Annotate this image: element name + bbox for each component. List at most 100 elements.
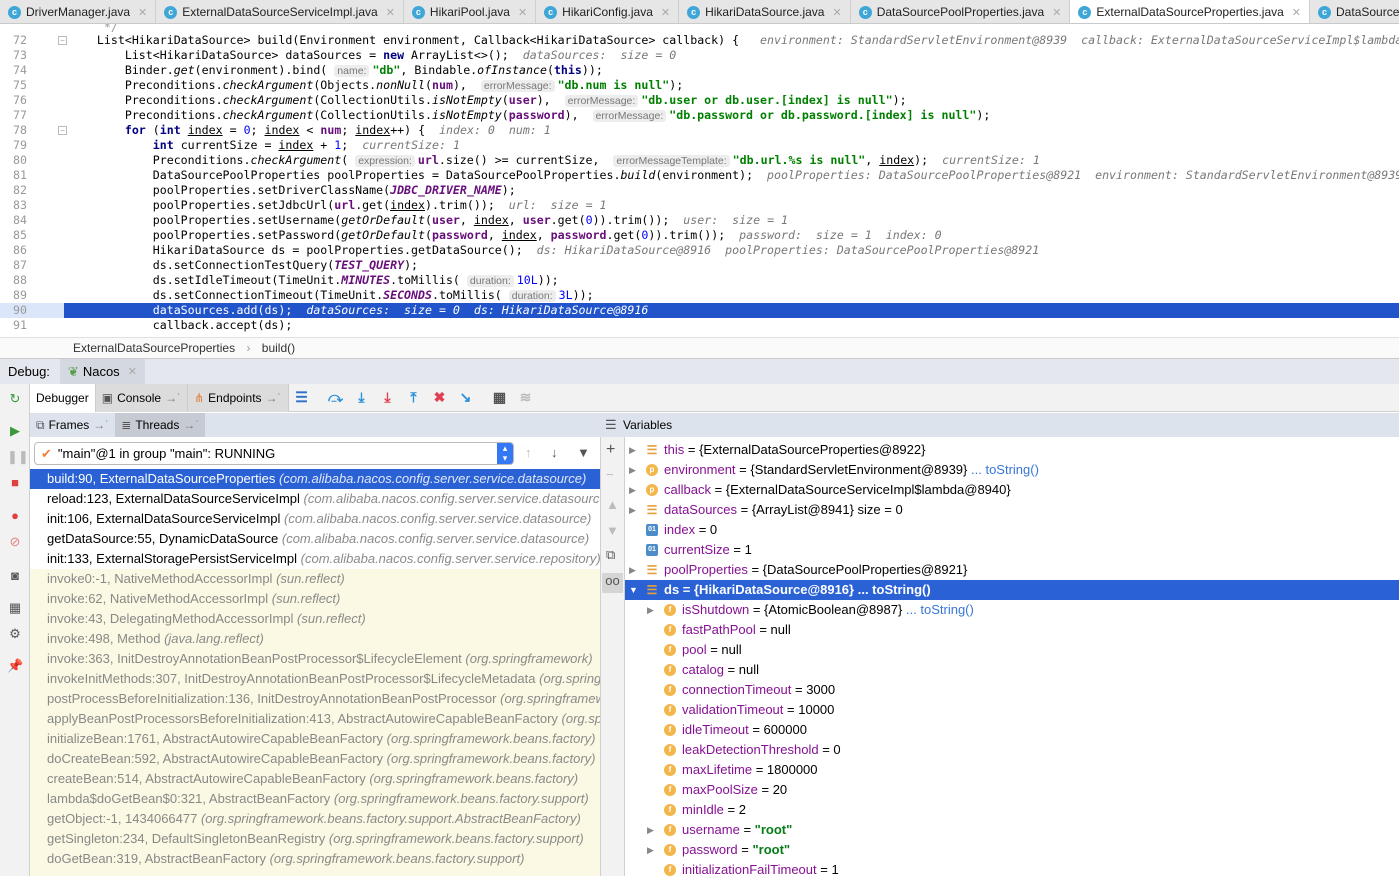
stack-frame[interactable]: reload:123, ExternalDataSourceServiceImp… [30, 489, 600, 509]
variable-row[interactable]: f pool = null [625, 640, 1399, 660]
expand-right-icon[interactable]: ▶ [629, 460, 639, 480]
stack-frame[interactable]: getSingleton:234, DefaultSingletonBeanRe… [30, 829, 600, 849]
expand-right-icon[interactable]: ▶ [629, 440, 639, 460]
stack-frame[interactable]: init:106, ExternalDataSourceServiceImpl … [30, 509, 600, 529]
variable-row[interactable]: ▶ f isShutdown = {AtomicBoolean@8987} ... … [625, 600, 1399, 620]
close-tab-icon[interactable]: ✕ [1292, 6, 1301, 19]
copy-icon[interactable]: ⧉ [606, 547, 615, 563]
camera-icon[interactable]: ◙ [7, 568, 23, 584]
stack-frame[interactable]: invoke:498, Method (java.lang.reflect) [30, 629, 600, 649]
step-out-icon[interactable]: ⤒ [401, 389, 427, 406]
layout-icon[interactable]: ▦ [7, 600, 23, 616]
variable-row[interactable]: f leakDetectionThreshold = 0 [625, 740, 1399, 760]
step-into-icon[interactable]: ⤓ [349, 389, 375, 406]
stack-frame[interactable]: invoke:363, InitDestroyAnnotationBeanPos… [30, 649, 600, 669]
step-over-icon[interactable]: ⤼ [323, 389, 349, 406]
expand-right-icon[interactable]: ▶ [629, 560, 639, 580]
stack-frame[interactable]: invoke:62, NativeMethodAccessorImpl (sun… [30, 589, 600, 609]
force-step-into-icon[interactable]: ⤓ [375, 389, 401, 406]
variable-row[interactable]: ▶ ☰ this = {ExternalDataSourceProperties@8… [625, 440, 1399, 460]
code-editor[interactable]: */ 72 List<HikariDataSource> build(Envir… [0, 24, 1399, 337]
show-execution-point-icon[interactable]: ☰ [289, 389, 315, 406]
variable-row[interactable]: ▶ f username = "root" [625, 820, 1399, 840]
expand-right-icon[interactable]: ▶ [629, 480, 639, 500]
new-watch-icon[interactable]: + [606, 441, 615, 459]
variable-row[interactable]: f minIdle = 2 [625, 800, 1399, 820]
variable-row[interactable]: ▼ ☰ ds = {HikariDataSource@8916} ... toStr… [625, 580, 1399, 600]
breadcrumb-class[interactable]: ExternalDataSourceProperties [73, 341, 235, 355]
resume-icon[interactable]: ▶ [7, 423, 23, 439]
variables-tree[interactable]: ▶ ☰ this = {ExternalDataSourceProperties@8… [625, 440, 1399, 876]
evaluate-expression-icon[interactable]: ▦ [487, 389, 513, 406]
pause-icon[interactable]: ❚❚ [7, 449, 29, 465]
close-tab-icon[interactable]: ✕ [386, 6, 395, 19]
expand-right-icon[interactable]: ▶ [629, 500, 639, 520]
fold-icon[interactable]: − [58, 36, 67, 45]
to-string-link[interactable]: ... toString() [906, 602, 974, 617]
debug-session-tab[interactable]: ❦ Nacos ✕ [59, 358, 145, 385]
editor-tab[interactable]: cDataSourceUtils.class✕ [1310, 0, 1399, 23]
stop-icon[interactable]: ■ [7, 475, 23, 491]
close-tab-icon[interactable]: ✕ [832, 6, 841, 19]
stack-frame[interactable]: initializeBean:1761, AbstractAutowireCap… [30, 729, 600, 749]
variable-row[interactable]: f fastPathPool = null [625, 620, 1399, 640]
editor-tab[interactable]: c ExternalDataSourceProperties.java ✕ [1070, 0, 1311, 23]
close-tab-icon[interactable]: ✕ [1052, 6, 1061, 19]
variable-row[interactable]: f catalog = null [625, 660, 1399, 680]
variable-row[interactable]: ▶ p environment = {StandardServletEnvironm… [625, 460, 1399, 480]
close-tab-icon[interactable]: ✕ [138, 6, 147, 19]
stack-frame[interactable]: getObject:-1, 1434066477 (org.springfram… [30, 809, 600, 829]
stack-frame[interactable]: invokeInitMethods:307, InitDestroyAnnota… [30, 669, 600, 689]
variable-row[interactable]: ▶ ☰ dataSources = {ArrayList@8941} size = … [625, 500, 1399, 520]
variable-row[interactable]: 01 currentSize = 1 [625, 540, 1399, 560]
tab-threads[interactable]: ≣ Threads →˙ [115, 413, 206, 437]
variable-row[interactable]: f maxPoolSize = 20 [625, 780, 1399, 800]
stack-frame[interactable]: build:90, ExternalDataSourceProperties (… [30, 469, 600, 489]
tab-frames[interactable]: ⧉ Frames →˙ [30, 413, 115, 437]
expand-right-icon[interactable]: ▶ [647, 820, 657, 840]
variable-row[interactable]: f connectionTimeout = 3000 [625, 680, 1399, 700]
thread-selector[interactable]: ✔ "main"@1 in group "main": RUNNING ▴ ▾ [34, 442, 514, 465]
frames-list[interactable]: build:90, ExternalDataSourceProperties (… [30, 469, 600, 876]
stack-frame[interactable]: invoke0:-1, NativeMethodAccessorImpl (su… [30, 569, 600, 589]
variable-row[interactable]: ▶ p callback = {ExternalDataSourceServiceI… [625, 480, 1399, 500]
editor-tab[interactable]: c ExternalDataSourceServiceImpl.java ✕ [156, 0, 404, 23]
tab-debugger[interactable]: Debugger [30, 383, 96, 412]
stack-frame[interactable]: doGetBean:319, AbstractBeanFactory (org.… [30, 849, 600, 869]
drop-frame-icon[interactable]: ✖ [427, 389, 453, 406]
expand-right-icon[interactable]: ▶ [647, 600, 657, 620]
view-breakpoints-icon[interactable]: ● [7, 508, 23, 524]
stack-frame[interactable]: applyBeanPostProcessorsBeforeInitializat… [30, 709, 600, 729]
rerun-icon[interactable]: ↻ [7, 391, 23, 407]
stack-frame[interactable]: postProcessBeforeInitialization:136, Ini… [30, 689, 600, 709]
editor-tab[interactable]: c HikariPool.java ✕ [404, 0, 537, 23]
variable-row[interactable]: f validationTimeout = 10000 [625, 700, 1399, 720]
editor-tab[interactable]: c HikariConfig.java ✕ [536, 0, 680, 23]
stack-frame[interactable]: getDataSource:55, DynamicDataSource (com… [30, 529, 600, 549]
remove-watch-icon[interactable]: − [606, 467, 614, 482]
to-string-link[interactable]: ... toString() [858, 582, 931, 597]
variable-row[interactable]: f maxLifetime = 1800000 [625, 760, 1399, 780]
next-frame-icon[interactable]: ↓ [551, 445, 558, 460]
mute-breakpoints-icon[interactable]: ⊘ [7, 534, 23, 550]
expand-right-icon[interactable]: ▶ [647, 840, 657, 860]
tab-endpoints[interactable]: ⋔ Endpoints →˙ [188, 383, 289, 412]
pin-icon[interactable]: 📌 [7, 658, 23, 674]
editor-tab[interactable]: c DriverManager.java ✕ [0, 0, 157, 23]
variable-row[interactable]: 01 index = 0 [625, 520, 1399, 540]
tab-console[interactable]: ▣ Console →˙ [95, 383, 189, 412]
variable-row[interactable]: f idleTimeout = 600000 [625, 720, 1399, 740]
stack-frame[interactable]: lambda$doGetBean$0:321, AbstractBeanFact… [30, 789, 600, 809]
stack-frame[interactable]: init:133, ExternalStoragePersistServiceI… [30, 549, 600, 569]
previous-frame-icon[interactable]: ↑ [525, 445, 532, 460]
close-tab-icon[interactable]: ✕ [518, 6, 527, 19]
editor-tab[interactable]: c HikariDataSource.java ✕ [679, 0, 851, 23]
show-watches-icon[interactable]: oo [602, 573, 623, 593]
settings-icon[interactable]: ⚙ [7, 626, 23, 642]
to-string-link[interactable]: ... toString() [971, 462, 1039, 477]
move-up-icon[interactable]: ▲ [606, 497, 619, 512]
close-icon[interactable]: ✕ [128, 365, 137, 378]
fold-icon[interactable]: − [58, 126, 67, 135]
stack-frame[interactable]: invoke:43, DelegatingMethodAccessorImpl … [30, 609, 600, 629]
move-down-icon[interactable]: ▼ [606, 523, 619, 538]
